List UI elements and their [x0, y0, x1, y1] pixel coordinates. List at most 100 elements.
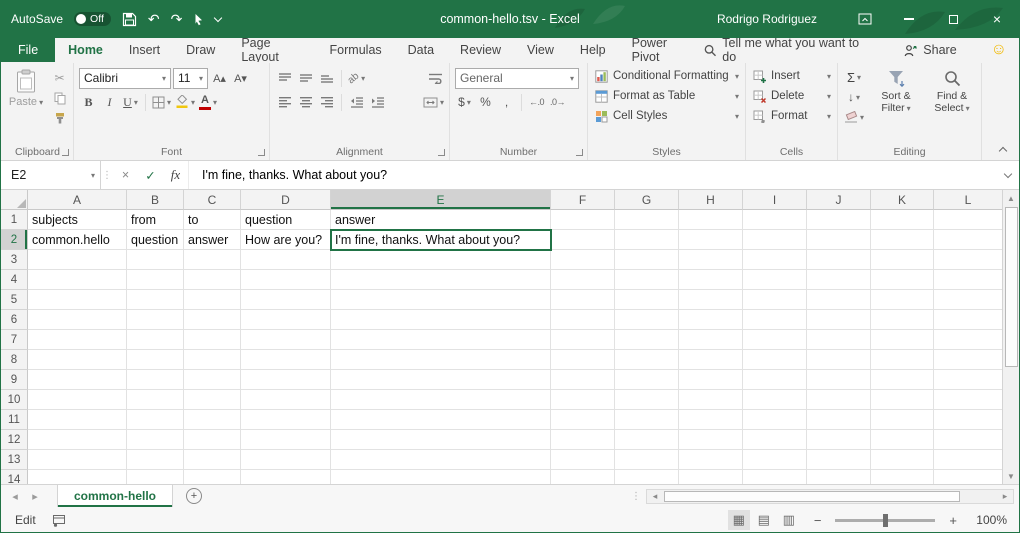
cell-I4[interactable]	[743, 270, 807, 290]
cell-G7[interactable]	[615, 330, 679, 350]
name-box[interactable]: E2 ▾	[1, 161, 101, 189]
cell-L11[interactable]	[934, 410, 1002, 430]
share-button[interactable]: Share	[904, 43, 956, 57]
select-all-button[interactable]	[1, 190, 28, 210]
insert-function-button[interactable]: fx	[163, 161, 188, 189]
cell-I12[interactable]	[743, 430, 807, 450]
cell-J7[interactable]	[807, 330, 871, 350]
expand-formula-bar-button[interactable]	[997, 161, 1019, 189]
increase-font-button[interactable]: A▴	[210, 69, 229, 88]
cell-G14[interactable]	[615, 470, 679, 484]
cell-E10[interactable]	[331, 390, 551, 410]
vertical-scrollbar[interactable]: ▲ ▼	[1002, 190, 1019, 484]
cell-E9[interactable]	[331, 370, 551, 390]
cell-K11[interactable]	[871, 410, 934, 430]
cell-E7[interactable]	[331, 330, 551, 350]
zoom-slider-thumb[interactable]	[883, 514, 888, 527]
cell-D8[interactable]	[241, 350, 331, 370]
merge-center-button[interactable]: ▾	[422, 93, 445, 112]
cell-I8[interactable]	[743, 350, 807, 370]
sort-filter-button[interactable]: Sort & Filter▾	[871, 66, 921, 126]
cell-H5[interactable]	[679, 290, 743, 310]
cell-B13[interactable]	[127, 450, 184, 470]
cell-A5[interactable]	[28, 290, 127, 310]
cell-D14[interactable]	[241, 470, 331, 484]
row-header-6[interactable]: 6	[1, 310, 28, 330]
user-name[interactable]: Rodrigo Rodriguez	[717, 12, 817, 26]
cell-E8[interactable]	[331, 350, 551, 370]
align-middle-button[interactable]	[296, 69, 315, 88]
cell-D3[interactable]	[241, 250, 331, 270]
undo-button[interactable]: ↶	[148, 12, 160, 26]
column-header-J[interactable]: J	[807, 190, 871, 210]
tab-file[interactable]: File	[1, 38, 55, 62]
underline-button[interactable]: U▾	[121, 93, 140, 112]
cell-D1[interactable]: question	[241, 210, 331, 230]
cell-D13[interactable]	[241, 450, 331, 470]
cell-J14[interactable]	[807, 470, 871, 484]
tab-insert[interactable]: Insert	[116, 38, 173, 62]
cell-D7[interactable]	[241, 330, 331, 350]
tab-page-layout[interactable]: Page Layout	[228, 38, 316, 62]
cell-F3[interactable]	[551, 250, 615, 270]
cell-C14[interactable]	[184, 470, 241, 484]
customize-qat-button[interactable]	[215, 18, 221, 21]
zoom-level[interactable]: 100%	[971, 513, 1007, 527]
cell-D11[interactable]	[241, 410, 331, 430]
collapse-ribbon-button[interactable]	[996, 143, 1010, 155]
tab-power-pivot[interactable]: Power Pivot	[619, 38, 704, 62]
cell-G3[interactable]	[615, 250, 679, 270]
row-header-13[interactable]: 13	[1, 450, 28, 470]
cell-K1[interactable]	[871, 210, 934, 230]
cell-B14[interactable]	[127, 470, 184, 484]
horizontal-scroll-thumb[interactable]	[664, 491, 960, 502]
cancel-entry-button[interactable]: ×	[113, 161, 138, 189]
cell-A14[interactable]	[28, 470, 127, 484]
column-header-K[interactable]: K	[871, 190, 934, 210]
align-right-button[interactable]	[317, 93, 336, 112]
feedback-smiley-icon[interactable]: ☺	[991, 42, 1007, 58]
cell-J5[interactable]	[807, 290, 871, 310]
cell-F1[interactable]	[551, 210, 615, 230]
formula-input[interactable]: I'm fine, thanks. What about you?	[188, 161, 997, 189]
cell-A7[interactable]	[28, 330, 127, 350]
cell-H2[interactable]	[679, 230, 743, 250]
number-format-select[interactable]: General ▾	[455, 68, 579, 89]
font-color-button[interactable]: A ▾	[198, 93, 218, 112]
column-header-L[interactable]: L	[934, 190, 1002, 210]
borders-button[interactable]: ▾	[151, 93, 172, 112]
row-header-7[interactable]: 7	[1, 330, 28, 350]
align-top-button[interactable]	[275, 69, 294, 88]
row-header-11[interactable]: 11	[1, 410, 28, 430]
cell-J6[interactable]	[807, 310, 871, 330]
autosave-toggle[interactable]: Off	[74, 12, 111, 26]
clear-button[interactable]: ▾	[843, 108, 865, 126]
cell-D5[interactable]	[241, 290, 331, 310]
cell-F6[interactable]	[551, 310, 615, 330]
cell-H10[interactable]	[679, 390, 743, 410]
cell-J13[interactable]	[807, 450, 871, 470]
cell-K5[interactable]	[871, 290, 934, 310]
cell-A10[interactable]	[28, 390, 127, 410]
cell-C9[interactable]	[184, 370, 241, 390]
cell-B1[interactable]: from	[127, 210, 184, 230]
cell-E11[interactable]	[331, 410, 551, 430]
cell-H11[interactable]	[679, 410, 743, 430]
decrease-decimal-button[interactable]: .0→	[548, 93, 567, 112]
cell-J2[interactable]	[807, 230, 871, 250]
format-as-table-button[interactable]: Format as Table ▾	[593, 86, 741, 106]
cell-I9[interactable]	[743, 370, 807, 390]
cell-A1[interactable]: subjects	[28, 210, 127, 230]
vertical-scroll-thumb[interactable]	[1005, 207, 1018, 367]
cell-G10[interactable]	[615, 390, 679, 410]
accounting-format-button[interactable]: $▾	[455, 93, 474, 112]
cell-B7[interactable]	[127, 330, 184, 350]
cell-H9[interactable]	[679, 370, 743, 390]
view-normal-button[interactable]: ▦	[728, 510, 750, 530]
next-sheet-button[interactable]: ▸	[25, 485, 45, 507]
decrease-font-button[interactable]: A▾	[231, 69, 250, 88]
row-header-14[interactable]: 14	[1, 470, 28, 484]
cell-C8[interactable]	[184, 350, 241, 370]
cell-K9[interactable]	[871, 370, 934, 390]
cell-B12[interactable]	[127, 430, 184, 450]
